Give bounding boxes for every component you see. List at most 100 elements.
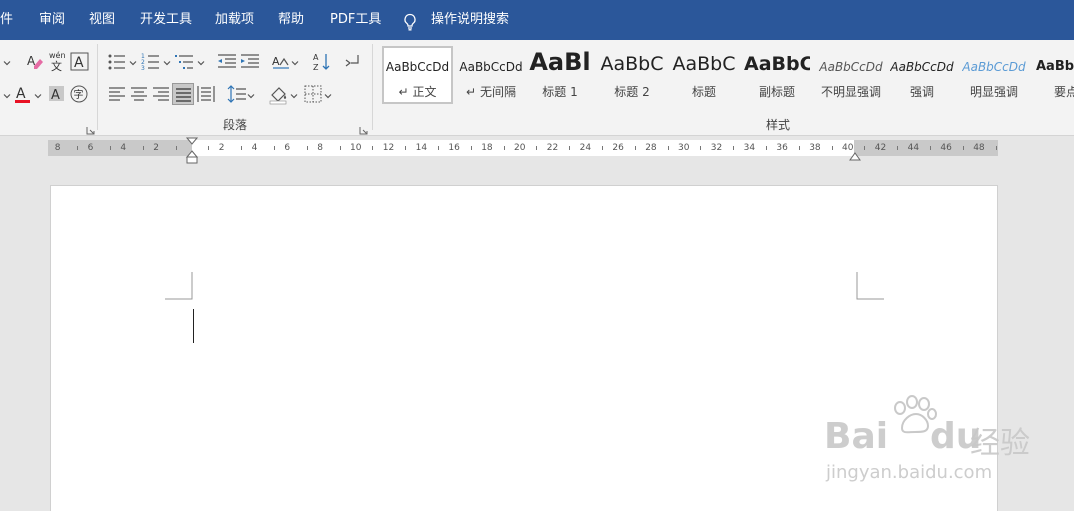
text-direction-icon[interactable]: A <box>270 51 292 73</box>
ruler-tick <box>602 146 603 150</box>
ruler-tick <box>438 146 439 150</box>
shading-icon[interactable] <box>268 83 290 105</box>
phonetic-guide-icon[interactable]: wén 文 <box>47 50 69 72</box>
style-name: 副标题 <box>758 85 795 99</box>
chevron-down-icon[interactable] <box>3 59 11 67</box>
style-sample: AaBbCcDd <box>459 60 523 74</box>
chevron-down-icon[interactable] <box>291 59 299 67</box>
style-sample: AaBl <box>529 48 591 76</box>
watermark-brand-cn: 经验 <box>970 426 1030 461</box>
ruler-tick <box>831 146 833 150</box>
character-shading-icon[interactable]: A <box>46 83 68 105</box>
ruler-tick <box>766 146 767 150</box>
ruler-number: 24 <box>579 143 592 153</box>
font-group-launcher-icon[interactable] <box>86 120 95 135</box>
ruler-number: 10 <box>350 143 362 153</box>
ruler-number: 12 <box>382 143 395 153</box>
ruler-number: 2 <box>153 143 159 153</box>
ruler-number: 4 <box>120 143 127 153</box>
svg-text:A: A <box>313 53 319 62</box>
show-formatting-marks-icon[interactable] <box>342 51 364 73</box>
bullets-icon[interactable] <box>106 51 128 73</box>
menu-help[interactable]: 帮助 <box>278 0 304 40</box>
enclose-characters-icon[interactable]: 字 <box>68 83 90 105</box>
ruler-number: 16 <box>448 143 460 153</box>
distributed-icon[interactable] <box>195 83 217 105</box>
ruler-tick <box>77 146 79 150</box>
paragraph-group-launcher-icon[interactable] <box>359 120 368 135</box>
ruler-number: 44 <box>907 143 920 153</box>
style-name: 标题 1 <box>542 85 578 99</box>
ruler-tick <box>962 146 964 150</box>
sort-icon[interactable]: AZ <box>311 51 333 73</box>
style-intense-emphasis[interactable]: AaBbCcDd 明显强调 <box>962 46 1026 104</box>
chevron-down-icon[interactable] <box>290 92 298 100</box>
character-border-icon[interactable]: A <box>69 51 91 73</box>
menu-view[interactable]: 视图 <box>89 0 115 40</box>
menu-file-partial[interactable]: 件 <box>0 0 13 40</box>
tell-me-search[interactable]: 操作说明搜索 <box>431 0 509 40</box>
chevron-down-icon[interactable] <box>163 59 171 67</box>
font-color-icon[interactable]: A <box>12 83 34 105</box>
line-spacing-icon[interactable] <box>226 83 248 105</box>
menu-addins[interactable]: 加载项 <box>215 0 254 40</box>
ruler-tick <box>372 146 374 150</box>
ruler-tick <box>897 146 899 150</box>
ruler-tick <box>634 146 636 150</box>
watermark-brand: Bai <box>824 416 889 457</box>
chevron-down-icon[interactable] <box>34 92 42 100</box>
ruler-number: 2 <box>218 143 225 153</box>
style-subtitle[interactable]: AaBbC 副标题 <box>744 46 810 104</box>
paragraph-mark-icon: ↵ <box>398 85 409 99</box>
ruler-number: 34 <box>743 143 756 153</box>
align-left-icon[interactable] <box>106 83 128 105</box>
menu-pdf-tools[interactable]: PDF工具 <box>330 0 381 40</box>
style-name: 标题 2 <box>614 85 650 99</box>
style-no-spacing[interactable]: AaBbCcDd ↵ 无间隔 <box>456 46 526 104</box>
ruler-number: 6 <box>87 143 94 153</box>
style-subtle-emphasis[interactable]: AaBbCcDd 不明显强调 <box>816 46 886 104</box>
style-emphasis[interactable]: AaBbCcDd 强调 <box>890 46 954 104</box>
borders-icon[interactable] <box>302 83 324 105</box>
chevron-down-icon[interactable] <box>247 92 255 100</box>
menu-developer[interactable]: 开发工具 <box>140 0 192 40</box>
style-heading-2[interactable]: AaBbC 标题 2 <box>600 46 664 104</box>
ruler-number: 22 <box>546 143 559 153</box>
style-heading-1[interactable]: AaBl 标题 1 <box>528 46 592 104</box>
style-name: ↵ 正文 <box>398 85 437 99</box>
numbering-icon[interactable]: 123 <box>140 51 162 73</box>
enclose-characters-char: 字 <box>74 88 84 101</box>
ruler-number: 28 <box>645 143 657 153</box>
lightbulb-icon[interactable] <box>402 13 418 31</box>
ruler-number: 20 <box>514 143 526 153</box>
style-title[interactable]: AaBbC 标题 <box>672 46 736 104</box>
ruler-number: 30 <box>678 143 690 153</box>
chevron-down-icon[interactable] <box>3 92 11 100</box>
clear-formatting-icon[interactable]: A <box>24 51 46 73</box>
crop-mark-top-left <box>165 272 193 300</box>
first-line-indent-marker[interactable] <box>185 137 199 169</box>
justify-icon[interactable] <box>172 83 194 105</box>
baidu-watermark: Bai du 经验 jingyan.baidu.com <box>820 392 1030 492</box>
character-border-letter: A <box>74 55 84 71</box>
ribbon: A wén 文 A A A 字 123 A A Z 段落 AaBbCcDd ↵ … <box>0 40 1074 136</box>
chevron-down-icon[interactable] <box>197 59 205 67</box>
ruler-tick <box>667 146 669 150</box>
character-shading-letter: A <box>51 88 60 103</box>
style-normal[interactable]: AaBbCcDd ↵ 正文 <box>382 46 453 104</box>
ruler-tick <box>995 146 997 150</box>
increase-indent-icon[interactable] <box>239 51 261 73</box>
paragraph-group-label: 段落 <box>222 118 247 132</box>
chevron-down-icon[interactable] <box>324 92 332 100</box>
ruler-number: 4 <box>251 143 258 153</box>
multilevel-list-icon[interactable] <box>174 51 196 73</box>
menu-review[interactable]: 审阅 <box>39 0 65 40</box>
align-right-icon[interactable] <box>150 83 172 105</box>
styles-group-label: 样式 <box>765 118 790 132</box>
svg-text:A: A <box>272 55 280 68</box>
style-strong[interactable]: AaBbC 要点 <box>1034 46 1074 104</box>
align-center-icon[interactable] <box>128 83 150 105</box>
chevron-down-icon[interactable] <box>129 59 137 67</box>
ruler-number: 32 <box>710 143 723 153</box>
decrease-indent-icon[interactable] <box>216 51 238 73</box>
